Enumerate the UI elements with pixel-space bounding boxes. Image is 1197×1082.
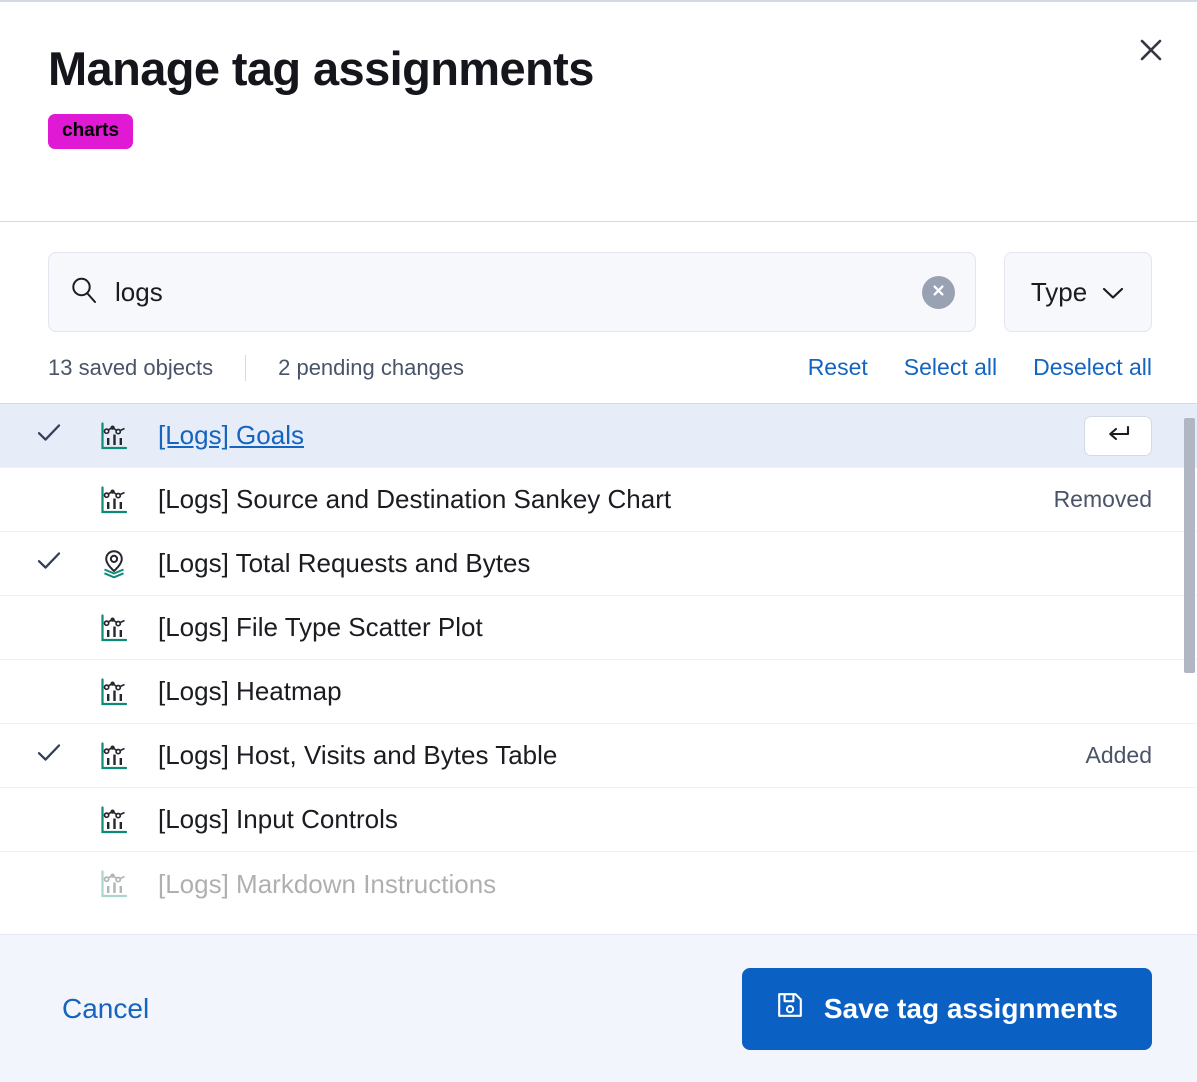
deselect-all-button[interactable]: Deselect all — [1033, 354, 1152, 381]
meta-actions: Reset Select all Deselect all — [808, 354, 1152, 381]
saved-object-label: [Logs] Source and Destination Sankey Cha… — [144, 484, 1054, 515]
saved-object-label: [Logs] Host, Visits and Bytes Table — [144, 740, 1085, 771]
type-filter-label: Type — [1031, 277, 1087, 308]
search-field[interactable] — [48, 252, 976, 332]
saved-object-row[interactable]: [Logs] Source and Destination Sankey Cha… — [0, 468, 1197, 532]
modal-header: Manage tag assignments charts — [0, 2, 1197, 222]
check-icon — [34, 546, 64, 581]
saved-object-label: [Logs] Total Requests and Bytes — [144, 548, 1152, 579]
saved-object-row[interactable]: [Logs] Goals — [0, 404, 1197, 468]
row-check-toggle[interactable] — [0, 546, 98, 581]
save-button-label: Save tag assignments — [824, 993, 1118, 1025]
visualization-icon — [98, 676, 144, 708]
saved-object-row[interactable]: [Logs] Input Controls — [0, 788, 1197, 852]
check-icon — [34, 738, 64, 773]
saved-object-row[interactable]: [Logs] File Type Scatter Plot — [0, 596, 1197, 660]
saved-object-label: [Logs] Input Controls — [144, 804, 1152, 835]
visualization-icon — [98, 612, 144, 644]
saved-object-row[interactable]: [Logs] Markdown Instructions — [0, 852, 1197, 916]
cancel-button[interactable]: Cancel — [62, 993, 149, 1025]
revert-arrow-icon — [1105, 423, 1131, 448]
meta-divider — [245, 355, 246, 381]
saved-object-label: [Logs] Markdown Instructions — [144, 869, 1152, 900]
chevron-down-icon — [1101, 277, 1125, 308]
tag-badge: charts — [48, 114, 133, 149]
saved-object-row[interactable]: [Logs] Total Requests and Bytes — [0, 532, 1197, 596]
saved-object-link[interactable]: [Logs] Goals — [144, 420, 1084, 451]
saved-object-row[interactable]: [Logs] Heatmap — [0, 660, 1197, 724]
row-status-label: Removed — [1054, 486, 1152, 513]
reset-button[interactable]: Reset — [808, 354, 868, 381]
visualization-icon — [98, 868, 144, 900]
search-icon — [69, 275, 99, 310]
meta-row: 13 saved objects 2 pending changes Reset… — [0, 332, 1197, 404]
row-check-toggle[interactable] — [0, 738, 98, 773]
meta-counts: 13 saved objects 2 pending changes — [48, 355, 464, 381]
close-button[interactable] — [1127, 26, 1175, 74]
saved-objects-list-wrapper: [Logs] Goals [Logs] Source and Destinatio… — [0, 404, 1197, 934]
modal-footer: Cancel Save tag assignments — [0, 934, 1197, 1082]
saved-objects-count: 13 saved objects — [48, 355, 213, 381]
saved-object-label: [Logs] File Type Scatter Plot — [144, 612, 1152, 643]
saved-objects-list: [Logs] Goals [Logs] Source and Destinatio… — [0, 404, 1197, 934]
saved-object-label: [Logs] Heatmap — [144, 676, 1152, 707]
page-title: Manage tag assignments — [48, 42, 1149, 96]
save-button[interactable]: Save tag assignments — [742, 968, 1152, 1050]
clear-search-button[interactable] — [922, 276, 955, 309]
search-row: Type — [0, 222, 1197, 332]
row-check-toggle[interactable] — [0, 418, 98, 453]
saved-object-row[interactable]: [Logs] Host, Visits and Bytes TableAdded — [0, 724, 1197, 788]
visualization-icon — [98, 484, 144, 516]
type-filter-button[interactable]: Type — [1004, 252, 1152, 332]
manage-tag-assignments-modal: Manage tag assignments charts — [0, 0, 1197, 1082]
close-icon — [1138, 37, 1164, 63]
visualization-icon — [98, 740, 144, 772]
list-scrollbar-thumb[interactable] — [1184, 418, 1195, 673]
visualization-icon — [98, 804, 144, 836]
save-floppy-icon — [776, 991, 804, 1026]
search-input[interactable] — [115, 277, 922, 308]
pending-changes-count: 2 pending changes — [278, 355, 464, 381]
revert-change-button[interactable] — [1084, 416, 1152, 456]
list-scrollbar-track[interactable] — [1181, 404, 1197, 934]
map-icon — [98, 548, 144, 580]
row-status-label: Added — [1085, 742, 1152, 769]
select-all-button[interactable]: Select all — [904, 354, 997, 381]
clear-circle-icon — [930, 282, 947, 302]
visualization-icon — [98, 420, 144, 452]
check-icon — [34, 418, 64, 453]
